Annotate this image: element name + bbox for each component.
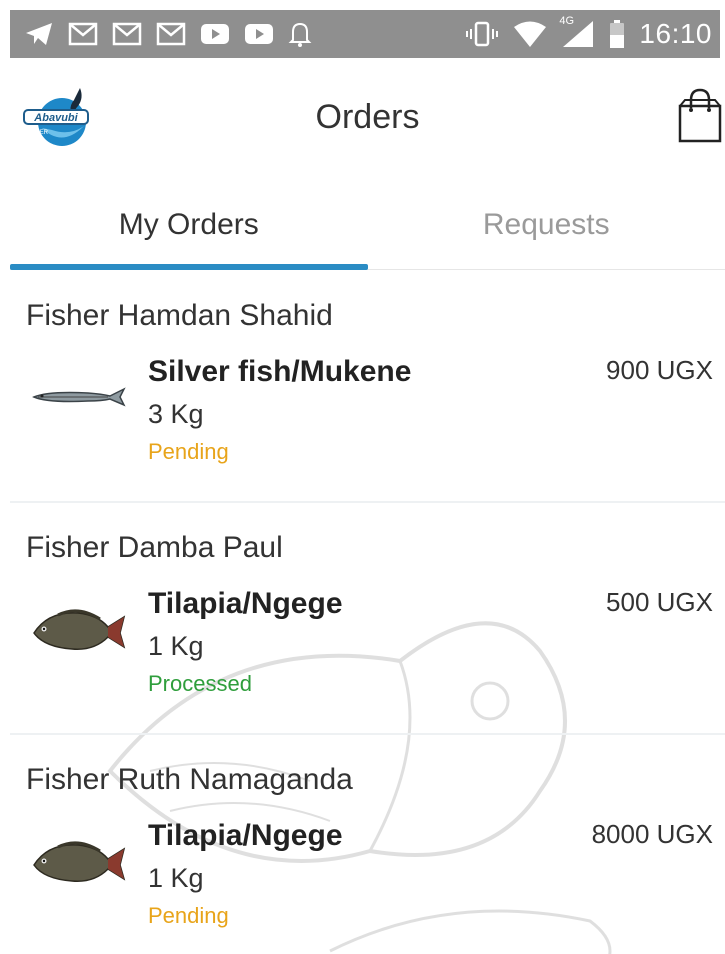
network-type-label: 4G [559,15,575,27]
order-quantity: 3 Kg [148,399,204,429]
order-item[interactable]: Fisher Ruth Namaganda Tilapia/Ngege 1 Kg… [10,735,725,954]
status-bar: 4G 16:10 [10,10,720,58]
system-icons: 4G 16:10 [465,15,712,50]
silverfish-image [28,367,128,427]
product-name: Silver fish/Mukene [148,355,412,388]
gmail-icon [68,21,98,47]
order-item[interactable]: Fisher Hamdan Shahid Silver fish/Mukene … [10,271,725,503]
battery-icon [609,19,625,49]
fisher-name: Fisher Hamdan Shahid [26,299,333,332]
shopping-bag-button[interactable] [677,86,723,144]
clock: 16:10 [639,18,712,49]
order-quantity: 1 Kg [148,863,204,893]
order-status: Pending [148,439,229,464]
youtube-icon [244,22,274,46]
tilapia-image [28,599,128,659]
vibrate-icon [465,21,499,47]
app-bar: Abavubi FISHER Orders [10,60,725,180]
product-name: Tilapia/Ngege [148,819,343,852]
telegram-icon [24,21,54,47]
youtube-icon [200,22,230,46]
tab-requests[interactable]: Requests [368,180,725,269]
product-name: Tilapia/Ngege [148,587,343,620]
bell-icon [288,20,312,48]
order-status: Processed [148,671,252,696]
order-price: 500 UGX [606,587,713,617]
tab-my-orders[interactable]: My Orders [10,180,368,270]
order-item[interactable]: Fisher Damba Paul Tilapia/Ngege 1 Kg Pro… [10,503,725,735]
page-title: Orders [315,98,420,136]
order-status: Pending [148,903,229,928]
fisher-name: Fisher Damba Paul [26,531,283,564]
wifi-icon [513,20,547,48]
tab-my-orders-label: My Orders [118,207,259,241]
signal-icon: 4G [559,15,595,49]
fisher-name: Fisher Ruth Namaganda [26,763,353,796]
order-price: 900 UGX [606,355,713,385]
notification-icons [24,20,312,48]
tilapia-image [28,831,128,891]
order-quantity: 1 Kg [148,631,204,661]
tab-requests-label: Requests [482,207,610,241]
orders-list[interactable]: Fisher Hamdan Shahid Silver fish/Mukene … [10,271,725,954]
active-tab-indicator [10,264,368,270]
gmail-icon [112,21,142,47]
tab-bar: My Orders Requests [10,180,725,270]
order-price: 8000 UGX [591,819,713,849]
gmail-icon [156,21,186,47]
shopping-bag-icon [678,88,722,143]
